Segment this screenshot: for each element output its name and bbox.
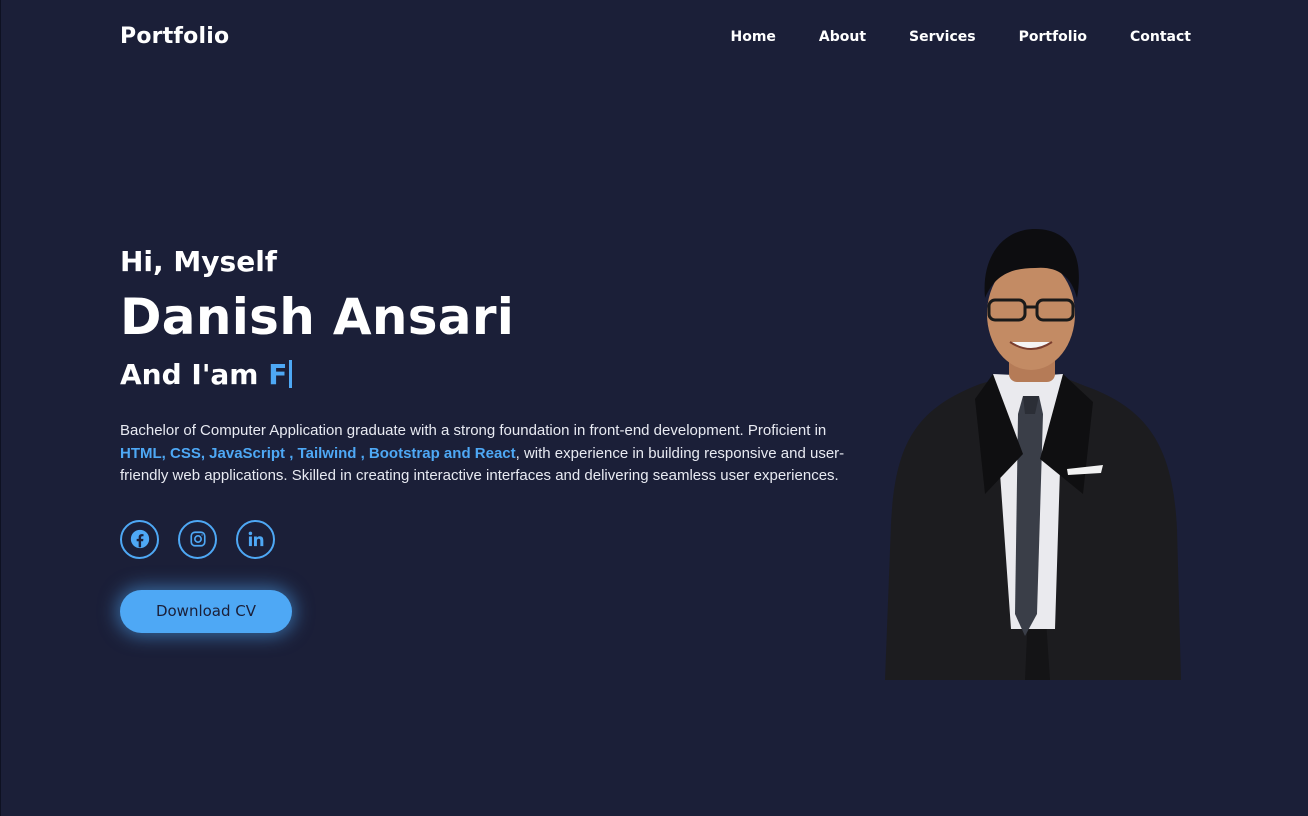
social-links [120,519,880,559]
greeting-text: Hi, Myself [120,245,277,278]
bio-skills: HTML, CSS, JavaScript , Tailwind , Boots… [120,444,516,462]
hero-name: Danish Ansari [120,288,515,346]
instagram-link[interactable] [178,519,217,559]
nav-link-contact[interactable]: Contact [1130,29,1191,45]
nav-link-portfolio[interactable]: Portfolio [1019,29,1087,45]
role-prefix: And I'am [120,358,259,391]
download-cv-button[interactable]: Download CV [120,589,292,633]
facebook-link[interactable] [120,519,159,559]
instagram-icon [189,530,207,548]
navbar: Portfolio Home About Services Portfolio … [1,0,1308,76]
profile-portrait [885,224,1185,680]
facebook-icon [130,529,150,549]
nav-link-services[interactable]: Services [909,29,976,45]
linkedin-icon [246,529,266,549]
bio-paragraph: Bachelor of Computer Application graduat… [120,420,865,488]
bio-text-1: Bachelor of Computer Application graduat… [120,422,827,439]
nav-link-home[interactable]: Home [730,29,775,45]
logo[interactable]: Portfolio [120,24,229,49]
nav-links: Home About Services Portfolio Contact [687,29,1191,45]
nav-link-about[interactable]: About [819,29,866,45]
page: Portfolio Home About Services Portfolio … [0,0,1308,816]
hero-section: Hi, Myself Danish Ansari And I'am F Bach… [120,244,880,633]
typing-cursor [289,360,293,388]
linkedin-link[interactable] [236,519,275,559]
role-typed-text: F [268,358,288,391]
role-line: And I'am F [120,358,880,392]
